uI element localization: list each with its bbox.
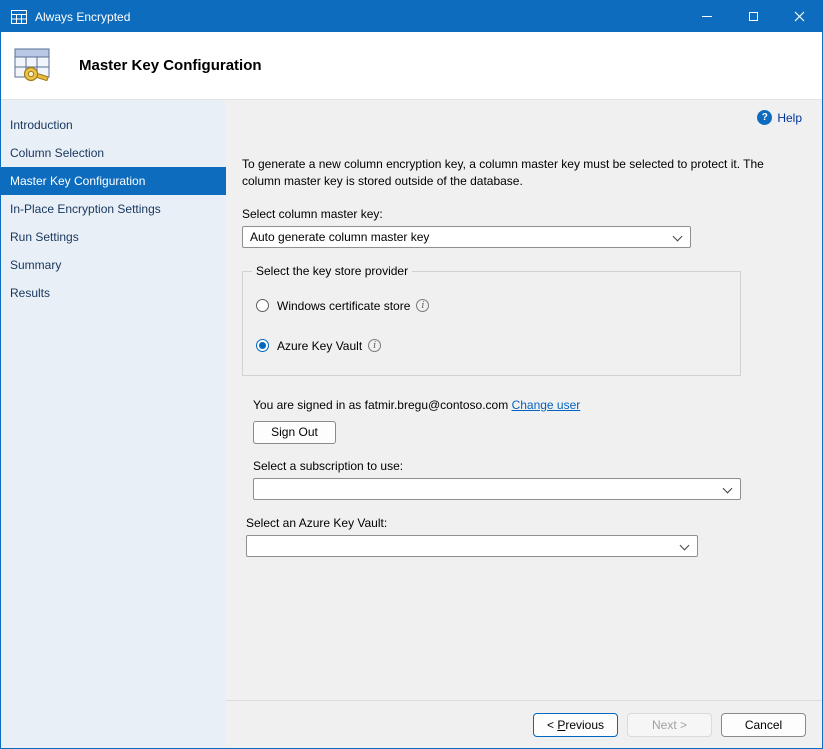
radio-azure-key-vault[interactable]: Azure Key Vault i	[256, 339, 740, 353]
radio-selected-icon	[256, 339, 269, 352]
previous-label-rest: revious	[565, 718, 604, 732]
master-key-dropdown[interactable]: Auto generate column master key	[242, 226, 691, 248]
help-link[interactable]: ? Help	[757, 110, 802, 125]
previous-label-prefix: <	[547, 718, 557, 732]
sidebar-item-master-key-configuration[interactable]: Master Key Configuration	[1, 167, 226, 195]
close-button[interactable]	[776, 1, 822, 32]
wizard-body: Introduction Column Selection Master Key…	[1, 100, 822, 748]
cancel-button[interactable]: Cancel	[721, 713, 806, 737]
azure-key-vault-label: Select an Azure Key Vault:	[246, 516, 822, 530]
master-key-table-icon	[11, 45, 57, 87]
main-content: To generate a new column encryption key,…	[226, 100, 822, 700]
sidebar-item-column-selection[interactable]: Column Selection	[1, 139, 226, 167]
info-icon[interactable]: i	[416, 299, 429, 312]
intro-text: To generate a new column encryption key,…	[242, 156, 766, 190]
signed-in-status: You are signed in as fatmir.bregu@contos…	[253, 398, 822, 412]
radio-azure-key-vault-label: Azure Key Vault	[277, 339, 362, 353]
signed-in-text: You are signed in as fatmir.bregu@contos…	[253, 398, 508, 412]
chevron-down-icon	[673, 231, 683, 241]
minimize-button[interactable]	[684, 1, 730, 32]
key-store-provider-group-title: Select the key store provider	[252, 264, 412, 278]
page-title: Master Key Configuration	[79, 57, 262, 74]
minimize-icon	[702, 16, 712, 17]
chevron-down-icon	[680, 540, 690, 550]
sidebar-item-results[interactable]: Results	[1, 279, 226, 307]
wizard-footer: < Previous Next > Cancel	[226, 700, 822, 748]
key-store-provider-group: Select the key store provider Windows ce…	[242, 271, 741, 376]
master-key-selected-value: Auto generate column master key	[250, 230, 429, 244]
sidebar-item-introduction[interactable]: Introduction	[1, 111, 226, 139]
main-panel: ? Help To generate a new column encrypti…	[226, 100, 822, 748]
sidebar-item-run-settings[interactable]: Run Settings	[1, 223, 226, 251]
maximize-icon	[749, 12, 758, 21]
window-controls	[684, 1, 822, 32]
sidebar-item-in-place-encryption-settings[interactable]: In-Place Encryption Settings	[1, 195, 226, 223]
maximize-button[interactable]	[730, 1, 776, 32]
close-icon	[794, 11, 805, 22]
titlebar: Always Encrypted	[1, 1, 822, 32]
sign-out-button[interactable]: Sign Out	[253, 421, 336, 444]
wizard-header: Master Key Configuration	[1, 32, 822, 100]
chevron-down-icon	[723, 483, 733, 493]
sidebar-item-summary[interactable]: Summary	[1, 251, 226, 279]
app-icon	[11, 10, 27, 24]
radio-windows-certificate-store-label: Windows certificate store	[277, 299, 410, 313]
radio-windows-certificate-store[interactable]: Windows certificate store i	[256, 299, 740, 313]
info-icon[interactable]: i	[368, 339, 381, 352]
window-title: Always Encrypted	[35, 10, 130, 24]
master-key-label: Select column master key:	[242, 207, 822, 221]
change-user-link[interactable]: Change user	[512, 398, 581, 412]
radio-unselected-icon	[256, 299, 269, 312]
previous-button[interactable]: < Previous	[533, 713, 618, 737]
subscription-dropdown[interactable]	[253, 478, 741, 500]
wizard-steps-sidebar: Introduction Column Selection Master Key…	[1, 100, 226, 748]
azure-key-vault-dropdown[interactable]	[246, 535, 698, 557]
always-encrypted-window: Always Encrypted Master	[0, 0, 823, 749]
help-icon: ?	[757, 110, 772, 125]
next-button[interactable]: Next >	[627, 713, 712, 737]
help-label: Help	[777, 111, 802, 125]
subscription-label: Select a subscription to use:	[253, 459, 822, 473]
